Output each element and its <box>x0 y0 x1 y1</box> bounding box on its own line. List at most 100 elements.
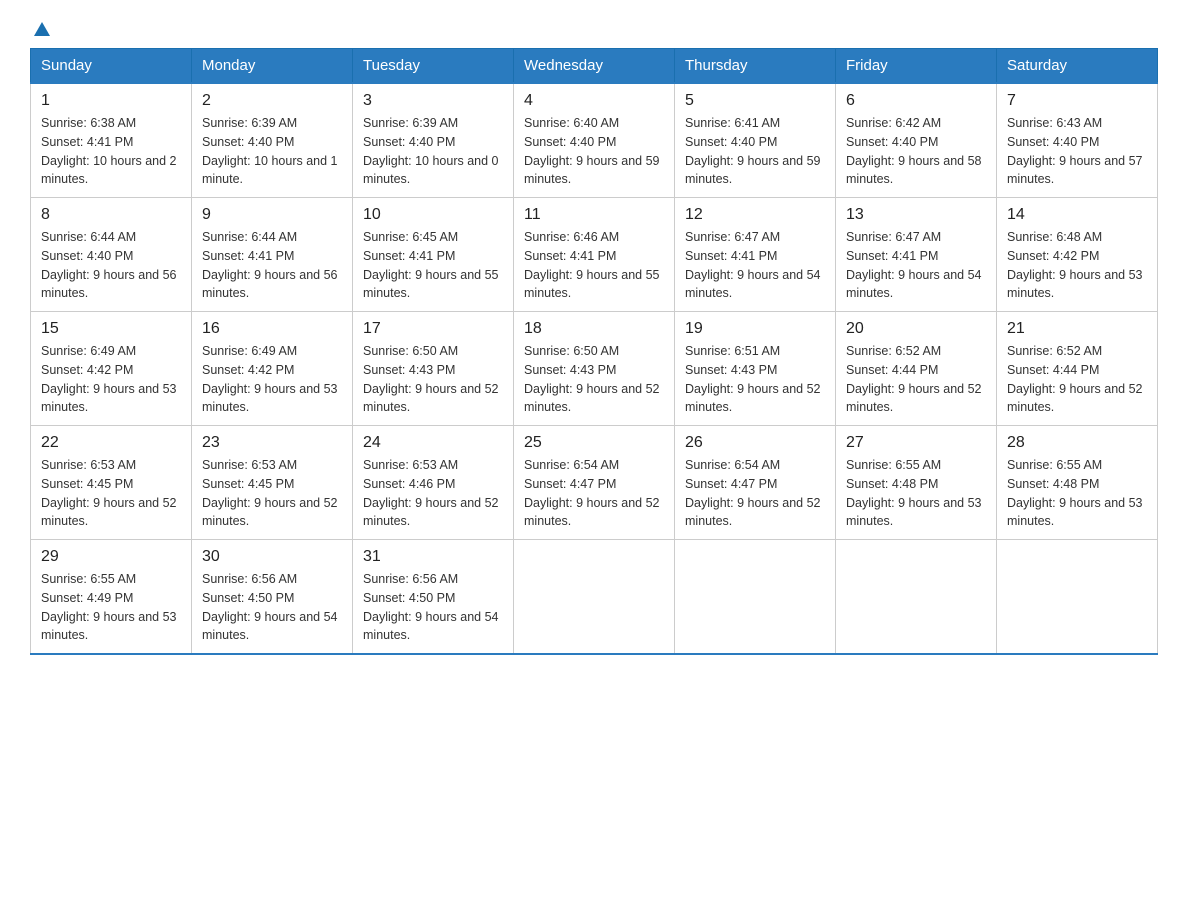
day-info: Sunrise: 6:52 AMSunset: 4:44 PMDaylight:… <box>846 342 986 417</box>
day-info: Sunrise: 6:51 AMSunset: 4:43 PMDaylight:… <box>685 342 825 417</box>
calendar-cell: 24 Sunrise: 6:53 AMSunset: 4:46 PMDayligh… <box>353 426 514 540</box>
calendar-cell: 26 Sunrise: 6:54 AMSunset: 4:47 PMDayligh… <box>675 426 836 540</box>
weekday-header-sunday: Sunday <box>31 49 192 84</box>
calendar-cell: 19 Sunrise: 6:51 AMSunset: 4:43 PMDayligh… <box>675 312 836 426</box>
day-number: 21 <box>1007 320 1147 338</box>
calendar-cell: 31Sunrise: 6:56 AMSunset: 4:50 PMDayligh… <box>353 540 514 655</box>
day-info: Sunrise: 6:39 AMSunset: 4:40 PMDaylight:… <box>202 114 342 189</box>
day-number: 4 <box>524 92 664 110</box>
weekday-header-friday: Friday <box>836 49 997 84</box>
calendar-cell: 17 Sunrise: 6:50 AMSunset: 4:43 PMDayligh… <box>353 312 514 426</box>
weekday-header-saturday: Saturday <box>997 49 1158 84</box>
calendar-cell: 12 Sunrise: 6:47 AMSunset: 4:41 PMDayligh… <box>675 198 836 312</box>
page-header <box>30 20 1158 38</box>
calendar-week-row: 22 Sunrise: 6:53 AMSunset: 4:45 PMDayligh… <box>31 426 1158 540</box>
calendar-cell: 6 Sunrise: 6:42 AMSunset: 4:40 PMDaylight… <box>836 83 997 198</box>
calendar-cell: 16Sunrise: 6:49 AMSunset: 4:42 PMDayligh… <box>192 312 353 426</box>
day-number: 5 <box>685 92 825 110</box>
day-info: Sunrise: 6:45 AMSunset: 4:41 PMDaylight:… <box>363 228 503 303</box>
day-number: 16 <box>202 320 342 338</box>
day-number: 19 <box>685 320 825 338</box>
calendar-cell: 22 Sunrise: 6:53 AMSunset: 4:45 PMDayligh… <box>31 426 192 540</box>
day-info: Sunrise: 6:41 AMSunset: 4:40 PMDaylight:… <box>685 114 825 189</box>
day-info: Sunrise: 6:53 AMSunset: 4:45 PMDaylight:… <box>202 456 342 531</box>
day-number: 17 <box>363 320 503 338</box>
day-number: 15 <box>41 320 181 338</box>
calendar-cell: 8Sunrise: 6:44 AMSunset: 4:40 PMDaylight… <box>31 198 192 312</box>
calendar-week-row: 29 Sunrise: 6:55 AMSunset: 4:49 PMDayligh… <box>31 540 1158 655</box>
calendar-cell: 3 Sunrise: 6:39 AMSunset: 4:40 PMDaylight… <box>353 83 514 198</box>
calendar-cell <box>997 540 1158 655</box>
day-info: Sunrise: 6:52 AMSunset: 4:44 PMDaylight:… <box>1007 342 1147 417</box>
calendar-cell: 2 Sunrise: 6:39 AMSunset: 4:40 PMDaylight… <box>192 83 353 198</box>
calendar-cell: 20 Sunrise: 6:52 AMSunset: 4:44 PMDayligh… <box>836 312 997 426</box>
day-number: 29 <box>41 548 181 566</box>
day-info: Sunrise: 6:47 AMSunset: 4:41 PMDaylight:… <box>846 228 986 303</box>
calendar-week-row: 8Sunrise: 6:44 AMSunset: 4:40 PMDaylight… <box>31 198 1158 312</box>
day-number: 30 <box>202 548 342 566</box>
day-number: 2 <box>202 92 342 110</box>
day-number: 20 <box>846 320 986 338</box>
day-number: 27 <box>846 434 986 452</box>
day-number: 7 <box>1007 92 1147 110</box>
calendar-cell: 13 Sunrise: 6:47 AMSunset: 4:41 PMDayligh… <box>836 198 997 312</box>
day-info: Sunrise: 6:53 AMSunset: 4:46 PMDaylight:… <box>363 456 503 531</box>
calendar-cell: 7 Sunrise: 6:43 AMSunset: 4:40 PMDaylight… <box>997 83 1158 198</box>
day-number: 12 <box>685 206 825 224</box>
day-info: Sunrise: 6:39 AMSunset: 4:40 PMDaylight:… <box>363 114 503 189</box>
day-info: Sunrise: 6:56 AMSunset: 4:50 PMDaylight:… <box>363 570 503 645</box>
day-number: 22 <box>41 434 181 452</box>
day-info: Sunrise: 6:40 AMSunset: 4:40 PMDaylight:… <box>524 114 664 189</box>
calendar-cell: 29 Sunrise: 6:55 AMSunset: 4:49 PMDayligh… <box>31 540 192 655</box>
calendar-cell: 15 Sunrise: 6:49 AMSunset: 4:42 PMDayligh… <box>31 312 192 426</box>
day-number: 6 <box>846 92 986 110</box>
calendar-cell <box>514 540 675 655</box>
day-info: Sunrise: 6:50 AMSunset: 4:43 PMDaylight:… <box>524 342 664 417</box>
day-number: 14 <box>1007 206 1147 224</box>
day-info: Sunrise: 6:42 AMSunset: 4:40 PMDaylight:… <box>846 114 986 189</box>
weekday-header-wednesday: Wednesday <box>514 49 675 84</box>
day-info: Sunrise: 6:54 AMSunset: 4:47 PMDaylight:… <box>524 456 664 531</box>
day-info: Sunrise: 6:55 AMSunset: 4:48 PMDaylight:… <box>846 456 986 531</box>
weekday-header-monday: Monday <box>192 49 353 84</box>
calendar-cell: 11 Sunrise: 6:46 AMSunset: 4:41 PMDayligh… <box>514 198 675 312</box>
day-number: 3 <box>363 92 503 110</box>
day-info: Sunrise: 6:50 AMSunset: 4:43 PMDaylight:… <box>363 342 503 417</box>
calendar-cell: 4 Sunrise: 6:40 AMSunset: 4:40 PMDaylight… <box>514 83 675 198</box>
day-info: Sunrise: 6:47 AMSunset: 4:41 PMDaylight:… <box>685 228 825 303</box>
calendar-cell: 23 Sunrise: 6:53 AMSunset: 4:45 PMDayligh… <box>192 426 353 540</box>
calendar-cell: 5 Sunrise: 6:41 AMSunset: 4:40 PMDaylight… <box>675 83 836 198</box>
day-info: Sunrise: 6:54 AMSunset: 4:47 PMDaylight:… <box>685 456 825 531</box>
day-info: Sunrise: 6:56 AMSunset: 4:50 PMDaylight:… <box>202 570 342 645</box>
calendar-week-row: 15 Sunrise: 6:49 AMSunset: 4:42 PMDayligh… <box>31 312 1158 426</box>
day-number: 13 <box>846 206 986 224</box>
day-info: Sunrise: 6:38 AMSunset: 4:41 PMDaylight:… <box>41 114 181 189</box>
calendar-cell: 25 Sunrise: 6:54 AMSunset: 4:47 PMDayligh… <box>514 426 675 540</box>
day-number: 25 <box>524 434 664 452</box>
day-number: 11 <box>524 206 664 224</box>
day-info: Sunrise: 6:55 AMSunset: 4:48 PMDaylight:… <box>1007 456 1147 531</box>
calendar-cell: 14Sunrise: 6:48 AMSunset: 4:42 PMDayligh… <box>997 198 1158 312</box>
day-number: 26 <box>685 434 825 452</box>
logo-triangle-icon <box>33 20 51 38</box>
calendar-cell: 27 Sunrise: 6:55 AMSunset: 4:48 PMDayligh… <box>836 426 997 540</box>
day-info: Sunrise: 6:53 AMSunset: 4:45 PMDaylight:… <box>41 456 181 531</box>
weekday-header-thursday: Thursday <box>675 49 836 84</box>
day-number: 24 <box>363 434 503 452</box>
day-number: 1 <box>41 92 181 110</box>
day-info: Sunrise: 6:43 AMSunset: 4:40 PMDaylight:… <box>1007 114 1147 189</box>
day-info: Sunrise: 6:49 AMSunset: 4:42 PMDaylight:… <box>41 342 181 417</box>
day-info: Sunrise: 6:46 AMSunset: 4:41 PMDaylight:… <box>524 228 664 303</box>
day-number: 9 <box>202 206 342 224</box>
calendar-week-row: 1 Sunrise: 6:38 AMSunset: 4:41 PMDaylight… <box>31 83 1158 198</box>
day-number: 28 <box>1007 434 1147 452</box>
day-info: Sunrise: 6:44 AMSunset: 4:40 PMDaylight:… <box>41 228 181 303</box>
logo-area <box>30 20 51 38</box>
calendar-cell: 30 Sunrise: 6:56 AMSunset: 4:50 PMDayligh… <box>192 540 353 655</box>
weekday-header-row: SundayMondayTuesdayWednesdayThursdayFrid… <box>31 49 1158 84</box>
calendar-cell: 1 Sunrise: 6:38 AMSunset: 4:41 PMDaylight… <box>31 83 192 198</box>
calendar-cell: 28 Sunrise: 6:55 AMSunset: 4:48 PMDayligh… <box>997 426 1158 540</box>
day-info: Sunrise: 6:55 AMSunset: 4:49 PMDaylight:… <box>41 570 181 645</box>
day-number: 23 <box>202 434 342 452</box>
calendar-cell <box>675 540 836 655</box>
